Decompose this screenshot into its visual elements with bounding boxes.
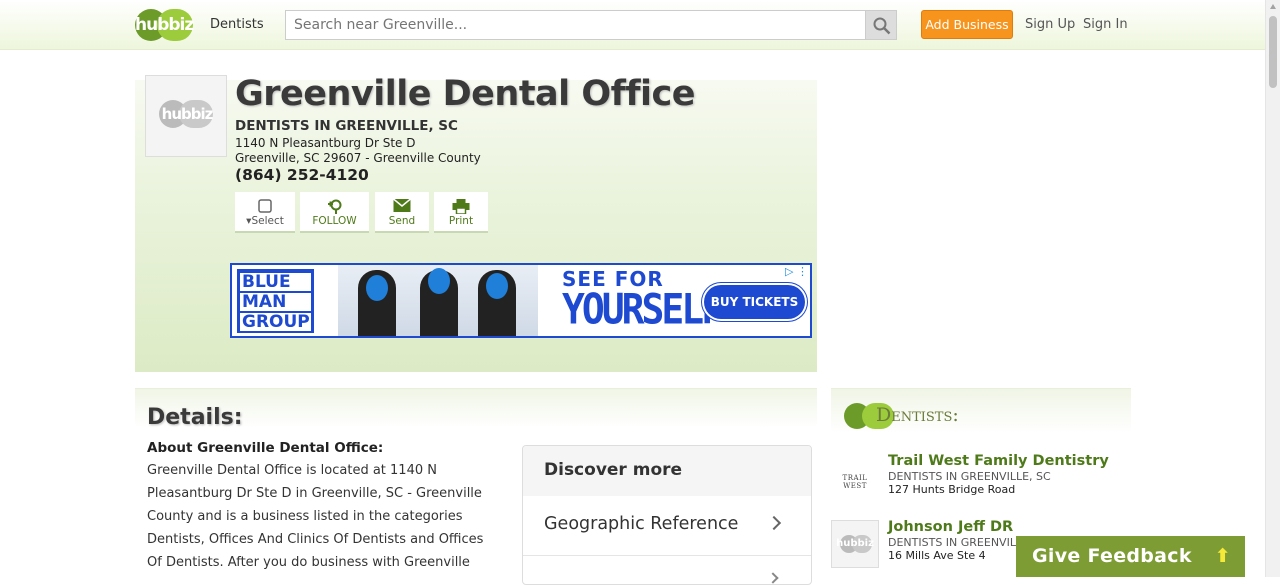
give-feedback-button[interactable]: Give Feedback ⬆ bbox=[1016, 536, 1245, 577]
follow-button[interactable]: FOLLOW bbox=[300, 192, 369, 233]
ad-choices-icon[interactable]: ▷ ⋮ bbox=[785, 265, 808, 278]
chevron-right-icon bbox=[767, 572, 779, 584]
select-button[interactable]: ▾Select bbox=[235, 192, 295, 233]
search-icon bbox=[873, 17, 891, 35]
scroll-up-arrow-icon[interactable] bbox=[1270, 4, 1276, 9]
sign-in-link[interactable]: Sign In bbox=[1083, 17, 1128, 32]
hubbiz-logo[interactable]: hubbiz bbox=[135, 9, 194, 41]
ad-headline-2: YOURSELF bbox=[562, 285, 724, 334]
sidebar-item-name[interactable]: Johnson Jeff DR bbox=[888, 519, 1013, 535]
ad-brand-line1: BLUE bbox=[240, 273, 311, 291]
checkbox-icon bbox=[258, 199, 272, 213]
send-button[interactable]: Send bbox=[375, 192, 429, 233]
follow-label: FOLLOW bbox=[312, 215, 357, 227]
discover-item-geographic-reference[interactable]: Geographic Reference bbox=[523, 496, 811, 556]
page-scrollbar[interactable] bbox=[1265, 0, 1280, 577]
chevron-right-icon bbox=[766, 515, 782, 531]
business-name: Greenville Dental Office bbox=[235, 74, 696, 114]
print-button[interactable]: Print bbox=[434, 192, 488, 233]
sign-up-link[interactable]: Sign Up bbox=[1025, 17, 1075, 32]
select-label: Select bbox=[251, 215, 284, 227]
business-logo-text: hubbiz bbox=[161, 105, 214, 123]
ad-buy-tickets-button[interactable]: BUY TICKETS bbox=[704, 285, 805, 319]
discover-item-label: Geographic Reference bbox=[544, 514, 739, 534]
ad-photo bbox=[338, 265, 538, 336]
search-input[interactable] bbox=[285, 10, 866, 40]
business-phone: (864) 252-4120 bbox=[235, 166, 369, 184]
follow-pin-icon bbox=[327, 199, 341, 214]
business-category: DENTISTS IN GREENVILLE, SC bbox=[235, 118, 458, 134]
business-address-line2: Greenville, SC 29607 - Greenville County bbox=[235, 151, 481, 165]
about-title: About Greenville Dental Office: bbox=[147, 440, 384, 456]
printer-icon bbox=[452, 199, 470, 214]
placeholder-logo-text: hubbiz bbox=[836, 538, 874, 549]
envelope-icon bbox=[393, 199, 411, 212]
nav-dentists-link[interactable]: Dentists bbox=[210, 17, 264, 32]
ad-brand-logo: BLUE MAN GROUP bbox=[237, 269, 314, 333]
discover-more-panel: Discover more Geographic Reference bbox=[522, 445, 812, 585]
up-arrow-icon: ⬆ bbox=[1214, 545, 1231, 567]
business-logo: hubbiz bbox=[145, 75, 227, 157]
ad-brand-line2: MAN bbox=[240, 293, 311, 311]
ad-brand-line3: GROUP bbox=[240, 312, 311, 332]
blue-man-group-ad[interactable]: BLUE MAN GROUP SEE FOR YOURSELF BUY TICK… bbox=[230, 263, 812, 338]
trail-west-logo[interactable]: TRAIL WEST bbox=[831, 455, 879, 503]
logo-text: hubbiz bbox=[135, 15, 194, 35]
about-text: Greenville Dental Office is located at 1… bbox=[147, 463, 484, 570]
sidebar-title: Dentists: bbox=[876, 404, 959, 426]
search-button[interactable] bbox=[865, 10, 897, 40]
business-address-line1: 1140 N Pleasantburg Dr Ste D bbox=[235, 136, 416, 150]
add-business-button[interactable]: Add Business bbox=[921, 10, 1013, 39]
sidebar-item-category: DENTISTS IN GREENVILLE, SC bbox=[888, 470, 1051, 483]
sidebar-item-name[interactable]: Trail West Family Dentistry bbox=[888, 453, 1109, 469]
sidebar-item-address: 127 Hunts Bridge Road bbox=[888, 483, 1016, 496]
discover-more-title: Discover more bbox=[523, 446, 811, 496]
send-label: Send bbox=[388, 215, 416, 227]
sidebar-item-address: 16 Mills Ave Ste 4 bbox=[888, 549, 986, 562]
print-label: Print bbox=[448, 215, 474, 227]
details-title: Details: bbox=[147, 405, 243, 430]
feedback-label: Give Feedback bbox=[1032, 545, 1192, 567]
hubbiz-placeholder-logo[interactable]: hubbiz bbox=[831, 520, 879, 568]
scroll-thumb[interactable] bbox=[1269, 16, 1277, 88]
